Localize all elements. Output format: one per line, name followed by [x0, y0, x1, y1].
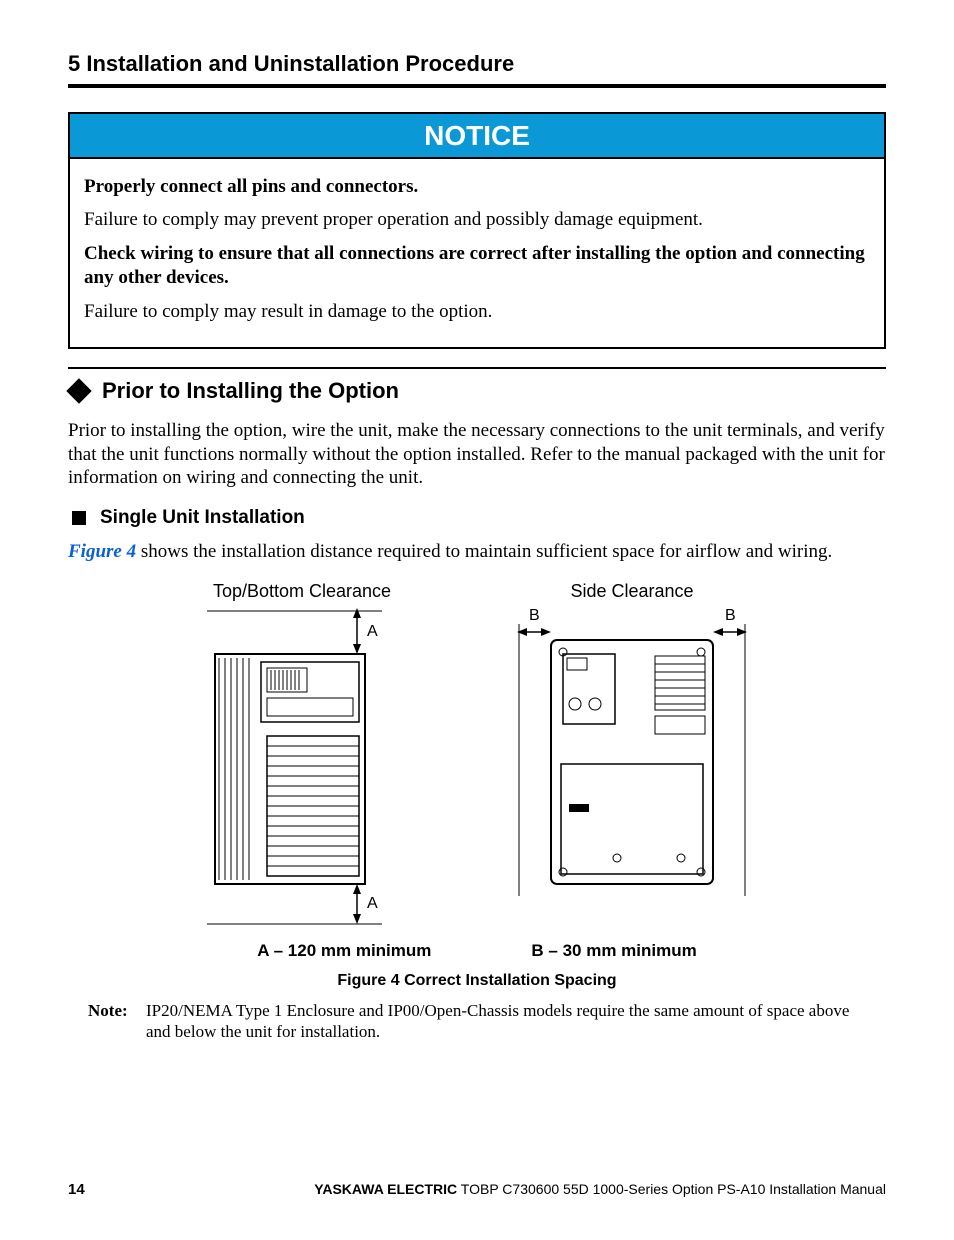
side-clearance-diagram: B B	[517, 606, 747, 906]
label-a-bottom: A	[367, 895, 378, 912]
sub2-title: Single Unit Installation	[68, 506, 886, 530]
footer-brand: YASKAWA ELECTRIC	[314, 1181, 457, 1197]
sub2-title-text: Single Unit Installation	[100, 506, 305, 530]
notice-p2-bold: Check wiring to ensure that all connecti…	[84, 242, 870, 290]
note: Note: IP20/NEMA Type 1 Enclosure and IP0…	[88, 1001, 866, 1042]
heading-rule	[68, 84, 886, 88]
page-number: 14	[68, 1181, 85, 1200]
label-b-left: B	[529, 607, 540, 624]
page: 5 Installation and Uninstallation Proced…	[0, 0, 954, 1240]
square-icon	[72, 511, 86, 525]
diamond-icon	[66, 378, 91, 403]
figure-row: Top/Bottom Clearance A	[68, 580, 886, 927]
notice-title: NOTICE	[70, 114, 884, 159]
figure-left: Top/Bottom Clearance A	[207, 580, 397, 927]
notice-p2-text: Failure to comply may result in damage t…	[84, 300, 870, 324]
footer-doc: TOBP C730600 55D 1000-Series Option PS-A…	[457, 1181, 886, 1197]
notice-p1-bold: Properly connect all pins and connectors…	[84, 175, 870, 199]
figure-legend: A – 120 mm minimum B – 30 mm minimum	[68, 940, 886, 961]
subsection-title: Prior to Installing the Option	[68, 377, 886, 405]
subsection-text: Prior to installing the option, wire the…	[68, 419, 886, 490]
note-label: Note:	[88, 1001, 146, 1042]
notice-body: Properly connect all pins and connectors…	[70, 159, 884, 348]
notice-box: NOTICE Properly connect all pins and con…	[68, 112, 886, 350]
subsection-prior: Prior to Installing the Option Prior to …	[68, 367, 886, 1042]
figure-right-title: Side Clearance	[570, 580, 693, 603]
notice-p1-text: Failure to comply may prevent proper ope…	[84, 208, 870, 232]
label-a-top: A	[367, 623, 378, 640]
subsection-title-text: Prior to Installing the Option	[102, 377, 399, 405]
sub2-text-after: shows the installation distance required…	[136, 541, 832, 562]
figure-caption: Figure 4 Correct Installation Spacing	[68, 971, 886, 991]
note-text: IP20/NEMA Type 1 Enclosure and IP00/Open…	[146, 1001, 866, 1042]
figure-right: Side Clearance B B	[517, 580, 747, 927]
section-heading: 5 Installation and Uninstallation Proced…	[68, 50, 886, 78]
figure-left-title: Top/Bottom Clearance	[213, 580, 391, 603]
legend-b: B – 30 mm minimum	[531, 940, 696, 961]
figure-reference-link[interactable]: Figure 4	[68, 541, 136, 562]
sub2-text: Figure 4 shows the installation distance…	[68, 540, 886, 564]
footer: 14 YASKAWA ELECTRIC TOBP C730600 55D 100…	[68, 1181, 886, 1200]
legend-a: A – 120 mm minimum	[257, 940, 431, 961]
label-b-right: B	[725, 607, 736, 624]
top-bottom-clearance-diagram: A	[207, 606, 397, 926]
